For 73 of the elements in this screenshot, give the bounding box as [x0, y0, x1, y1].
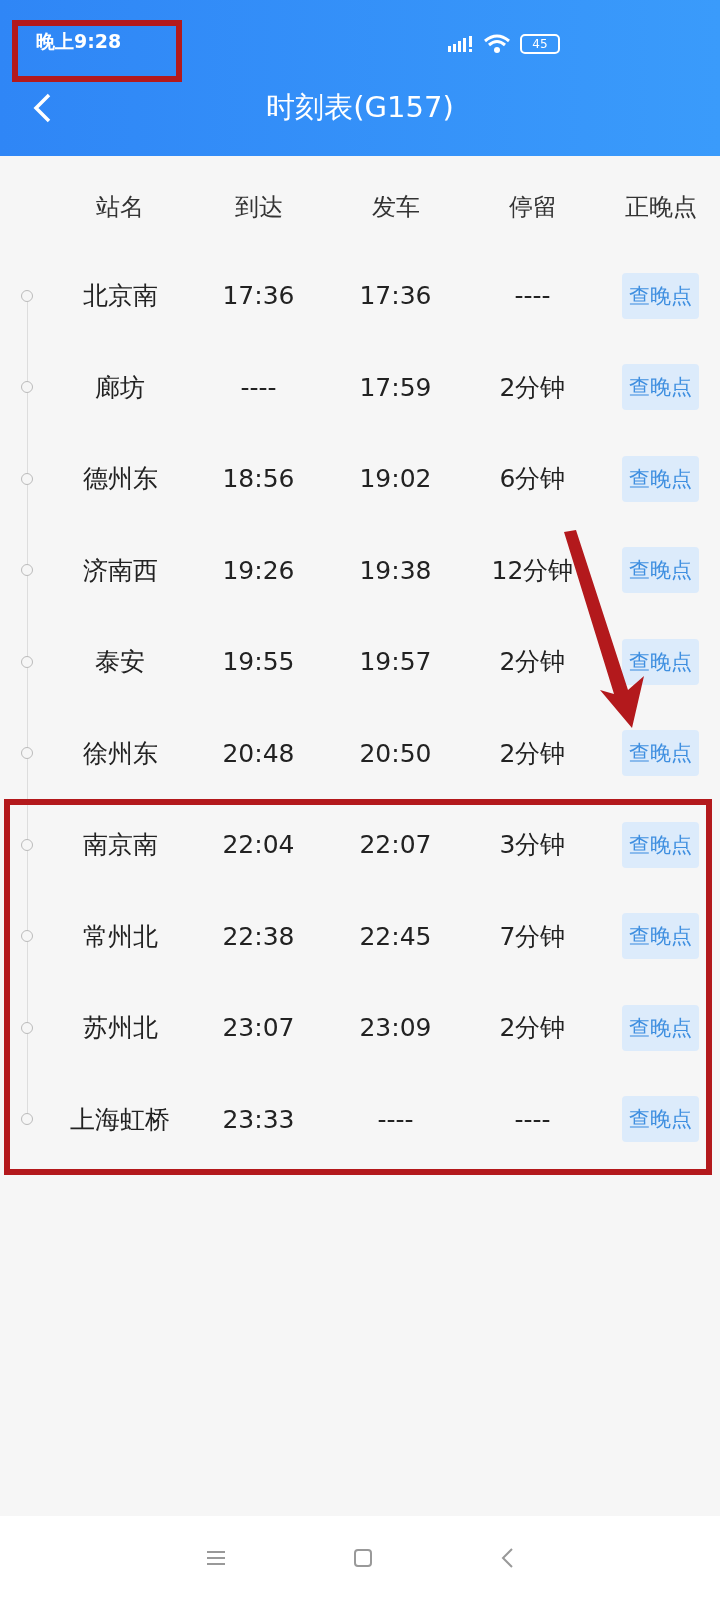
- departure-time: ----: [376, 1104, 415, 1134]
- station-dot: [21, 1021, 33, 1034]
- stop-duration: 2分钟: [498, 646, 567, 679]
- arrival-time: 23:33: [221, 1104, 296, 1134]
- station-dot: [21, 472, 33, 485]
- station-name: 上海虹桥: [69, 1103, 171, 1136]
- check-delay-button[interactable]: 查晚点: [622, 1096, 699, 1143]
- station-name: 徐州东: [81, 737, 159, 770]
- home-icon[interactable]: [354, 1549, 372, 1567]
- back-icon[interactable]: [500, 1548, 514, 1568]
- check-delay-button[interactable]: 查晚点: [622, 1004, 699, 1051]
- wifi-icon: [484, 34, 510, 54]
- arrival-time: 23:07: [221, 1013, 296, 1043]
- stop-duration: 7分钟: [498, 920, 567, 953]
- station-dot: [21, 381, 33, 394]
- station-dot: [21, 930, 33, 943]
- column-header: 正晚点: [623, 192, 698, 223]
- battery-icon: 45: [520, 34, 560, 54]
- check-delay-button[interactable]: 查晚点: [622, 455, 699, 502]
- check-delay-button[interactable]: 查晚点: [622, 272, 699, 319]
- stop-duration: 2分钟: [498, 371, 567, 404]
- column-header: 发车: [370, 192, 421, 223]
- check-delay-button[interactable]: 查晚点: [622, 821, 699, 868]
- arrival-time: 22:38: [221, 921, 296, 951]
- page-title: 时刻表(G157): [266, 89, 454, 126]
- check-delay-button[interactable]: 查晚点: [622, 364, 699, 411]
- check-delay-button[interactable]: 查晚点: [622, 638, 699, 685]
- arrival-time: 17:36: [221, 281, 296, 311]
- stop-duration: 2分钟: [498, 737, 567, 770]
- station-dot: [21, 838, 33, 851]
- menu-icon[interactable]: [206, 1550, 226, 1566]
- station-name: 北京南: [81, 280, 159, 313]
- arrival-time: ----: [239, 372, 278, 402]
- departure-time: 22:45: [358, 921, 433, 951]
- stop-duration: 12分钟: [490, 554, 575, 587]
- station-dot: [21, 564, 33, 577]
- departure-time: 19:38: [358, 555, 433, 585]
- station-name: 南京南: [81, 829, 159, 862]
- departure-time: 17:59: [358, 372, 433, 402]
- station-name: 廊坊: [94, 371, 146, 404]
- status-time: 晚上9:28: [36, 29, 122, 54]
- check-delay-button[interactable]: 查晚点: [622, 913, 699, 960]
- station-name: 常州北: [81, 920, 159, 953]
- arrival-time: 20:48: [221, 738, 296, 768]
- column-header: 停留: [507, 192, 558, 223]
- arrival-time: 19:55: [221, 647, 296, 677]
- check-delay-button[interactable]: 查晚点: [622, 730, 699, 777]
- arrival-time: 22:04: [221, 830, 296, 860]
- departure-time: 20:50: [358, 738, 433, 768]
- stop-duration: 6分钟: [498, 463, 567, 496]
- arrival-time: 18:56: [221, 464, 296, 494]
- departure-time: 22:07: [358, 830, 433, 860]
- check-delay-button[interactable]: 查晚点: [622, 547, 699, 594]
- station-name: 苏州北: [81, 1012, 159, 1045]
- station-dot: [21, 1113, 33, 1126]
- station-dot: [21, 655, 33, 668]
- station-name: 泰安: [94, 646, 146, 679]
- departure-time: 17:36: [358, 281, 433, 311]
- column-header: 到达: [233, 192, 284, 223]
- departure-time: 19:57: [358, 647, 433, 677]
- stop-duration: ----: [513, 1104, 552, 1134]
- column-header: 站名: [95, 192, 145, 223]
- station-name: 济南西: [81, 554, 159, 587]
- departure-time: 19:02: [358, 464, 433, 494]
- stop-duration: ----: [513, 281, 552, 311]
- station-dot: [21, 747, 33, 760]
- arrival-time: 19:26: [221, 555, 296, 585]
- station-dot: [21, 289, 33, 302]
- stop-duration: 3分钟: [498, 829, 567, 862]
- station-name: 德州东: [81, 463, 159, 496]
- stop-duration: 2分钟: [498, 1012, 567, 1045]
- signal-icon: [448, 36, 474, 52]
- departure-time: 23:09: [358, 1013, 433, 1043]
